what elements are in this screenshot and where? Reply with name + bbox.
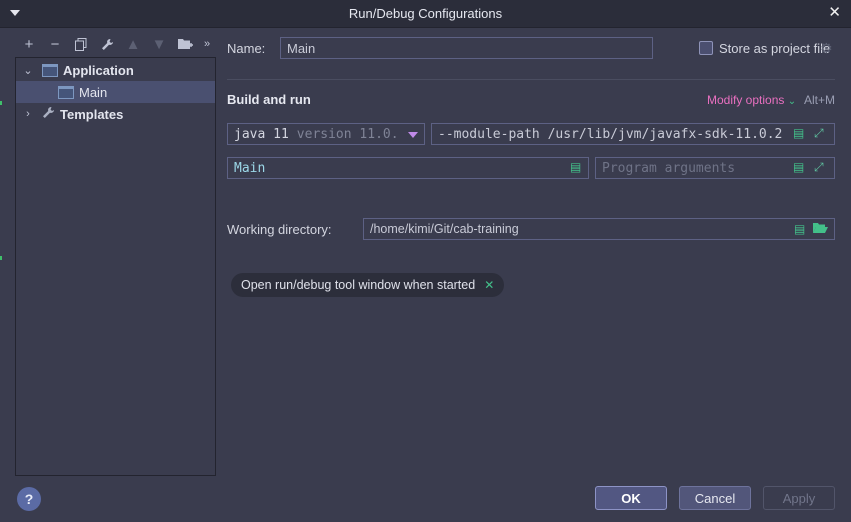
document-icon[interactable]: ▤ bbox=[794, 222, 805, 236]
vm-options-value: --module-path /usr/lib/jvm/javafx-sdk-11… bbox=[438, 126, 783, 142]
document-icon[interactable]: ▤ bbox=[570, 160, 581, 174]
config-tree[interactable]: ⌄ Application Main › Templates bbox=[15, 57, 216, 476]
expand-icon[interactable]: ⤢ bbox=[814, 126, 824, 141]
open-tool-window-chip[interactable]: Open run/debug tool window when started … bbox=[231, 273, 505, 297]
folder-icon[interactable] bbox=[172, 33, 198, 55]
chevron-down-icon[interactable]: ⌄ bbox=[22, 64, 34, 77]
move-up-icon: ▲ bbox=[125, 35, 141, 53]
close-icon[interactable]: ✕ bbox=[828, 5, 841, 20]
jdk-name: java 11 bbox=[234, 126, 289, 142]
tree-item-templates[interactable]: › Templates bbox=[16, 103, 215, 125]
tree-item-main[interactable]: Main bbox=[16, 81, 215, 103]
main-class-value: Main bbox=[234, 160, 266, 176]
application-icon bbox=[42, 63, 58, 77]
apply-button: Apply bbox=[763, 486, 835, 510]
wrench-icon[interactable] bbox=[94, 33, 120, 55]
working-directory-label: Working directory: bbox=[227, 222, 332, 237]
tree-item-label: Application bbox=[63, 62, 134, 78]
divider bbox=[227, 79, 835, 80]
name-field[interactable]: Main bbox=[280, 37, 653, 59]
expand-icon[interactable]: ⤢ bbox=[814, 160, 824, 175]
name-label: Name: bbox=[227, 41, 266, 56]
chevron-down-icon: ⌄ bbox=[787, 96, 797, 107]
close-icon[interactable]: ✕ bbox=[484, 278, 494, 292]
window-title: Run/Debug Configurations bbox=[348, 6, 503, 21]
store-as-project-label[interactable]: Store as project file bbox=[719, 41, 830, 56]
wrench-icon bbox=[42, 106, 56, 122]
jdk-version: version 11.0. bbox=[296, 126, 399, 142]
add-icon[interactable]: + bbox=[16, 33, 42, 55]
copy-icon[interactable] bbox=[68, 33, 94, 55]
tree-item-application[interactable]: ⌄ Application bbox=[16, 59, 215, 81]
config-toolbar: + − ▲ ▼ » bbox=[16, 33, 216, 55]
vm-options-field[interactable]: --module-path /usr/lib/jvm/javafx-sdk-11… bbox=[431, 123, 835, 145]
remove-icon[interactable]: − bbox=[42, 33, 68, 55]
more-icon[interactable]: » bbox=[198, 33, 216, 55]
edge-marker bbox=[0, 256, 2, 260]
tree-item-label: Main bbox=[79, 84, 108, 100]
document-icon[interactable]: ▤ bbox=[793, 160, 804, 174]
chevron-right-icon[interactable]: › bbox=[22, 108, 34, 120]
tree-item-label: Templates bbox=[60, 106, 124, 122]
help-button[interactable]: ? bbox=[17, 487, 41, 511]
ok-button[interactable]: OK bbox=[595, 486, 667, 510]
gear-icon: ⚙ bbox=[820, 40, 833, 56]
move-down-icon: ▼ bbox=[151, 35, 167, 53]
chip-label: Open run/debug tool window when started bbox=[241, 278, 476, 292]
jdk-select[interactable]: java 11 version 11.0. bbox=[227, 123, 425, 145]
working-directory-value: /home/kimi/Git/cab-training bbox=[370, 222, 519, 236]
build-run-title: Build and run bbox=[227, 92, 311, 107]
modify-options-shortcut: Alt+M bbox=[804, 93, 836, 107]
dropdown-arrow-icon bbox=[408, 132, 418, 138]
document-icon[interactable]: ▤ bbox=[793, 126, 804, 140]
program-arguments-placeholder: Program arguments bbox=[602, 160, 736, 176]
title-bar: Run/Debug Configurations ✕ bbox=[0, 0, 851, 28]
modify-options-link[interactable]: Modify options ⌄ bbox=[707, 93, 796, 107]
edge-marker bbox=[0, 101, 2, 105]
folder-open-icon[interactable] bbox=[813, 222, 828, 237]
working-directory-field[interactable]: /home/kimi/Git/cab-training bbox=[363, 218, 835, 240]
main-class-field[interactable]: Main bbox=[227, 157, 589, 179]
name-value: Main bbox=[287, 40, 316, 56]
application-icon bbox=[58, 85, 74, 99]
store-as-project-checkbox[interactable] bbox=[699, 41, 713, 55]
cancel-button[interactable]: Cancel bbox=[679, 486, 751, 510]
